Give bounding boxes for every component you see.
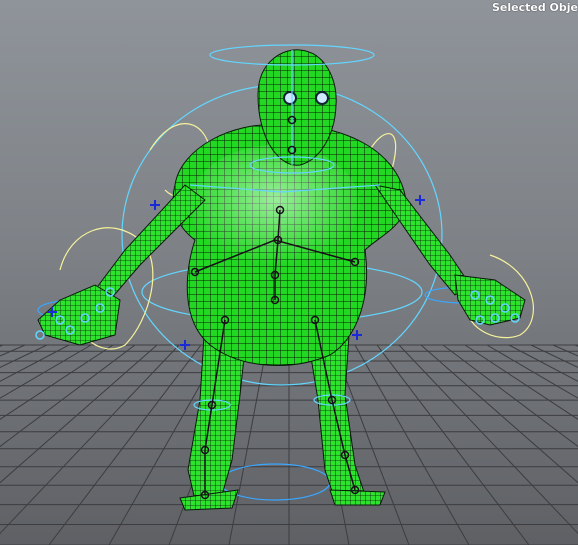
locator-cross[interactable] [150, 200, 160, 210]
finger-joint-control[interactable] [35, 330, 45, 340]
grid-line-depth [48, 344, 202, 545]
grid-line-depth [376, 344, 530, 545]
belly-highlight [190, 145, 360, 265]
grid-line-depth [0, 344, 180, 535]
locator-cross[interactable] [415, 195, 425, 205]
character-mesh[interactable] [37, 49, 526, 511]
left-eye[interactable] [283, 91, 297, 105]
locator-cross[interactable] [352, 330, 362, 340]
right-hand-mesh[interactable] [454, 274, 526, 326]
grid-line-depth [398, 344, 578, 535]
ground-grid [0, 344, 578, 545]
grid-line-depth [0, 344, 158, 484]
grid-line-depth [486, 344, 578, 399]
scene-canvas[interactable] [0, 0, 578, 545]
left-hand-mesh[interactable] [37, 284, 121, 346]
grid-line-depth [508, 344, 578, 382]
selected-objects-hud: Selected Obje [491, 1, 578, 14]
viewport-3d[interactable]: Selected Obje [0, 0, 578, 545]
grid-line-depth [420, 344, 578, 484]
grid-line-depth [0, 344, 92, 399]
locator-cross[interactable] [180, 340, 190, 350]
grid-line-depth [354, 344, 470, 545]
grid-line-depth [0, 344, 70, 382]
right-eye[interactable] [315, 91, 329, 105]
